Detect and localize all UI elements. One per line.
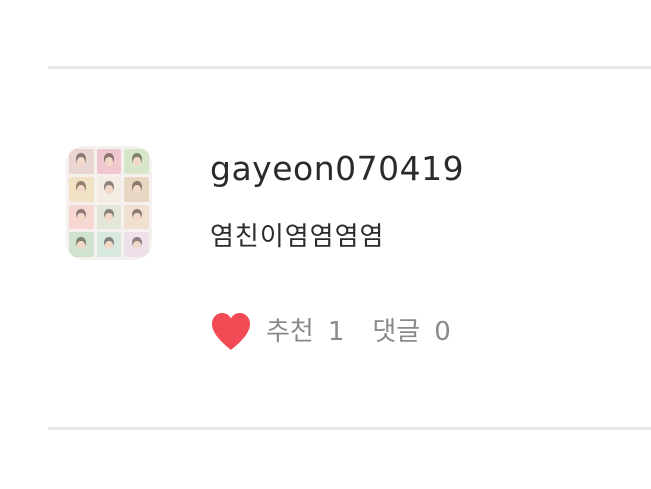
avatar-photo-tile	[69, 149, 94, 174]
comments-count: 0	[434, 317, 451, 347]
avatar-photo-tile	[96, 232, 122, 257]
avatar-photo-tile	[69, 204, 94, 230]
avatar-photo-tile	[69, 232, 94, 257]
avatar-photo-tile	[124, 149, 149, 174]
avatar-photo-tile	[124, 204, 149, 230]
comment-text: 염친이염염염염	[210, 222, 385, 252]
avatar-photo-tile	[69, 176, 94, 202]
bottom-divider	[48, 427, 651, 430]
avatar-photo-tile	[96, 176, 122, 202]
avatar-photo-tile	[124, 176, 149, 202]
recommend-label: 추천	[266, 317, 314, 347]
recommend-count: 1	[327, 317, 345, 347]
comment-username[interactable]: gayeon070419	[210, 152, 464, 185]
comments-button[interactable]: 댓글 0	[372, 319, 450, 345]
avatar-photo-tile	[124, 232, 149, 257]
avatar[interactable]	[66, 146, 152, 260]
comment-meta: 추천 1 댓글 0	[208, 308, 451, 356]
avatar-photo-tile	[96, 204, 122, 230]
recommend-button[interactable]: 추천 1	[208, 309, 344, 355]
comments-label: 댓글	[372, 317, 421, 347]
avatar-photo-tile	[96, 149, 122, 174]
heart-icon[interactable]	[208, 309, 254, 355]
